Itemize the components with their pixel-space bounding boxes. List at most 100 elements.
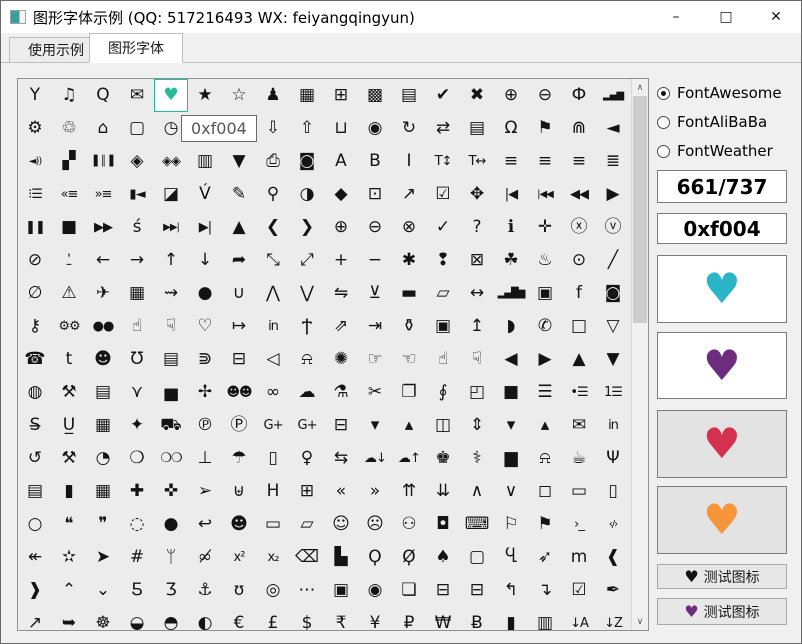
- icon-sort-alpha-asc[interactable]: ↓A: [562, 607, 596, 630]
- icon-paste[interactable]: ▯: [256, 442, 290, 475]
- icon-comments[interactable]: ●●: [86, 310, 120, 343]
- icon-cog[interactable]: ⚙: [18, 112, 52, 145]
- maximize-button[interactable]: □: [701, 1, 751, 33]
- icon-twitter[interactable]: t: [52, 343, 86, 376]
- icon-folder-o[interactable]: ▭: [256, 508, 290, 541]
- icon-building-o[interactable]: ▮: [52, 475, 86, 508]
- icon-arrow-circle-o-down[interactable]: ⇩: [256, 112, 290, 145]
- icon-retweet[interactable]: ⇋: [324, 277, 358, 310]
- icon-list-ul[interactable]: •☰: [562, 376, 596, 409]
- icon-truck[interactable]: ⛟: [154, 409, 188, 442]
- icon-arrow-circle-down[interactable]: ▼: [596, 343, 630, 376]
- icon-play[interactable]: ▶: [596, 178, 630, 211]
- icon-coffee[interactable]: ☕: [562, 442, 596, 475]
- icon-bars[interactable]: ☰: [528, 376, 562, 409]
- icon-globe[interactable]: ◍: [18, 376, 52, 409]
- icon-circle-o[interactable]: ○: [18, 508, 52, 541]
- icon-flag-o[interactable]: ⚐: [494, 508, 528, 541]
- icon-map-marker[interactable]: ⚲: [256, 178, 290, 211]
- icon-signal[interactable]: ▂▄▆: [596, 79, 630, 112]
- icon-italic[interactable]: I: [392, 145, 426, 178]
- icon-chevron-up[interactable]: ⋀: [256, 277, 290, 310]
- icon-eye[interactable]: ⊙: [562, 244, 596, 277]
- icon-align-left[interactable]: ≡: [494, 145, 528, 178]
- icon-html5[interactable]: Ƽ: [120, 574, 154, 607]
- icon-arrows-h[interactable]: ↔: [460, 277, 494, 310]
- icon-caret-up[interactable]: ▴: [392, 409, 426, 442]
- icon-indent[interactable]: »≡: [86, 178, 120, 211]
- icon-lemon-o[interactable]: ◗: [494, 310, 528, 343]
- icon-bullseye[interactable]: ◎: [256, 574, 290, 607]
- icon-linkedin[interactable]: in: [596, 409, 630, 442]
- icon-rss-square[interactable]: ▣: [324, 574, 358, 607]
- icon-forward[interactable]: ▶▶: [86, 211, 120, 244]
- icon-fire-extinguisher[interactable]: Ⴁ: [494, 541, 528, 574]
- icon-minus[interactable]: −: [358, 244, 392, 277]
- icon-hdd-o[interactable]: ⊟: [222, 343, 256, 376]
- icon-sort-alpha-desc[interactable]: ↓Z: [596, 607, 630, 630]
- icon-chain-broken[interactable]: ∞̸: [188, 541, 222, 574]
- icon-github-alt[interactable]: ☻: [222, 508, 256, 541]
- icon-play-circle[interactable]: ◉: [358, 574, 392, 607]
- icon-arrow-up[interactable]: ↑: [154, 244, 188, 277]
- icon-chevron-circle-down[interactable]: ⌄: [86, 574, 120, 607]
- icon-usd[interactable]: $: [290, 607, 324, 630]
- tab-glyph-font[interactable]: 图形字体: [89, 33, 183, 63]
- icon-random[interactable]: ⇝: [154, 277, 188, 310]
- icon-external-link-square[interactable]: ↗: [18, 607, 52, 630]
- icon-ban[interactable]: ⊘: [18, 244, 52, 277]
- icon-angle-double-up[interactable]: ⇈: [392, 475, 426, 508]
- icon-cutlery[interactable]: Ψ: [596, 442, 630, 475]
- icon-tint[interactable]: ◆: [324, 178, 358, 211]
- icon-magic[interactable]: ✦: [120, 409, 154, 442]
- icon-th-list[interactable]: ▤: [392, 79, 426, 112]
- icon-power-off[interactable]: Ф: [562, 79, 596, 112]
- icon-step-forward[interactable]: ▶|: [188, 211, 222, 244]
- icon-exclamation-circle[interactable]: ❢: [426, 244, 460, 277]
- icon-ambulance[interactable]: ✚: [120, 475, 154, 508]
- radio-fontalibaba[interactable]: FontAliBaBa: [657, 112, 767, 132]
- icon-tasks[interactable]: ▤: [86, 376, 120, 409]
- vertical-scrollbar[interactable]: ∧ ∨: [631, 79, 648, 630]
- icon-times-circle-o[interactable]: ⓧ: [562, 211, 596, 244]
- scrollbar-down-button[interactable]: ∨: [632, 613, 648, 630]
- icon-reply-all[interactable]: ↞: [18, 541, 52, 574]
- icon-sort-asc[interactable]: ▴: [528, 409, 562, 442]
- icon-star-o[interactable]: ☆: [222, 79, 256, 112]
- icon-bullhorn[interactable]: ◁: [256, 343, 290, 376]
- icon-compress[interactable]: ⤢: [290, 244, 324, 277]
- icon-fast-forward[interactable]: ▶▶|: [154, 211, 188, 244]
- icon-align-justify[interactable]: ≣: [596, 145, 630, 178]
- icon-upload[interactable]: ↥: [460, 310, 494, 343]
- icon-glyph-f05f[interactable]: ⍘: [52, 244, 86, 277]
- icon-umbrella[interactable]: ☂: [222, 442, 256, 475]
- icon-paperclip[interactable]: ∮: [426, 376, 460, 409]
- icon-suitcase[interactable]: ▆: [494, 442, 528, 475]
- icon-camera-retro[interactable]: ◙: [596, 277, 630, 310]
- icon-lock[interactable]: Ω: [494, 112, 528, 145]
- icon-inr[interactable]: ₹: [324, 607, 358, 630]
- icon-expand[interactable]: ⤡: [256, 244, 290, 277]
- icon-chevron-circle-right[interactable]: ❱: [18, 574, 52, 607]
- icon-plus-circle[interactable]: ⊕: [324, 211, 358, 244]
- icon-file[interactable]: ▮: [494, 607, 528, 630]
- icon-heart-o[interactable]: ♡: [188, 310, 222, 343]
- icon-exchange[interactable]: ⇆: [324, 442, 358, 475]
- icon-eject[interactable]: ▲: [222, 211, 256, 244]
- icon-arrow-circle-right[interactable]: ▶: [528, 343, 562, 376]
- icon-arrows-alt[interactable]: ✢: [188, 376, 222, 409]
- icon-check-square[interactable]: ☑: [562, 574, 596, 607]
- icon-plus[interactable]: +: [324, 244, 358, 277]
- icon-ticket[interactable]: ❏: [392, 574, 426, 607]
- icon-video-camera[interactable]: ▮◄: [120, 178, 154, 211]
- icon-check-square-o[interactable]: ☑: [426, 178, 460, 211]
- icon-minus-square[interactable]: ⊟: [426, 574, 460, 607]
- icon-filter[interactable]: ⋎: [120, 376, 154, 409]
- icon-question-circle[interactable]: ?: [460, 211, 494, 244]
- icon-chevron-down[interactable]: ⋁: [290, 277, 324, 310]
- icon-sign-in[interactable]: ⇥: [358, 310, 392, 343]
- icon-angle-double-down[interactable]: ⇊: [426, 475, 460, 508]
- icon-warning[interactable]: ⚠: [52, 277, 86, 310]
- icon-link[interactable]: ∞: [256, 376, 290, 409]
- icon-folder-open[interactable]: ▱: [426, 277, 460, 310]
